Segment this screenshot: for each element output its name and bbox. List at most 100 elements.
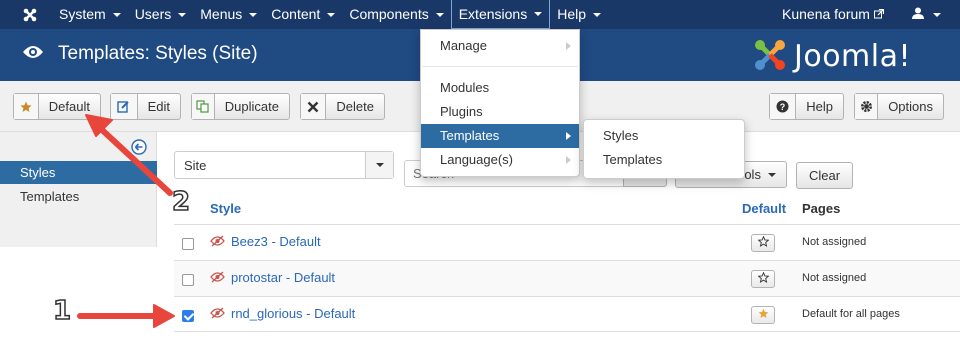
menu-system[interactable]: System (52, 0, 128, 29)
star-outline-icon (757, 235, 769, 250)
column-header-style[interactable]: Style (210, 201, 241, 216)
delete-x-icon (301, 94, 327, 119)
top-navbar: System Users Menus Content Components Ex… (0, 0, 960, 29)
default-star-button[interactable] (751, 306, 775, 324)
client-select[interactable]: Site (174, 151, 394, 179)
menu-item-plugins-label: Plugins (440, 104, 483, 119)
set-default-star-button[interactable] (751, 270, 775, 288)
edit-button[interactable]: Edit (110, 93, 181, 120)
clear-button[interactable]: Clear (796, 162, 853, 189)
menu-item-languages-label: Language(s) (440, 152, 513, 167)
menu-item-manage-label: Manage (440, 38, 487, 53)
submenu-item-templates-label: Templates (603, 152, 663, 167)
style-name-link[interactable]: protostar - Default (231, 270, 335, 285)
caret-down-icon (178, 12, 187, 17)
submenu-item-styles-label: Styles (603, 128, 639, 143)
eye-slash-icon (210, 235, 225, 250)
caret-down-icon (112, 12, 121, 17)
menu-components-label: Components (349, 6, 429, 22)
chevron-right-icon (566, 42, 571, 50)
delete-button-label: Delete (336, 99, 374, 114)
menu-components[interactable]: Components (342, 0, 450, 29)
caret-down-icon (249, 12, 258, 17)
menu-item-plugins[interactable]: Plugins (421, 100, 579, 124)
menu-content-label: Content (271, 6, 321, 22)
menu-extensions-label: Extensions (458, 5, 528, 22)
style-name-link[interactable]: rnd_glorious - Default (231, 306, 355, 321)
sidebar: Styles Templates (0, 132, 157, 247)
external-link-icon (873, 1, 885, 28)
options-button-label: Options (888, 99, 933, 114)
pages-assignment: Not assigned (802, 272, 867, 284)
caret-down-icon (767, 172, 776, 177)
menu-item-modules-label: Modules (440, 80, 490, 95)
templates-submenu: Styles Templates (583, 119, 745, 179)
annotation-label-1: 1 (52, 295, 72, 327)
row-checkbox[interactable] (182, 274, 194, 286)
caret-down-icon (933, 12, 941, 17)
user-menu[interactable] (912, 0, 941, 29)
page-title: Templates: Styles (Site) (58, 43, 258, 64)
eye-icon (22, 44, 44, 63)
default-button-label: Default (48, 99, 90, 114)
question-icon: ? (770, 94, 797, 119)
menu-menus-label: Menus (200, 6, 243, 22)
chevron-right-icon (566, 132, 571, 140)
joomla-brand: Joomla! (752, 37, 911, 76)
menu-item-templates-label: Templates (440, 128, 500, 143)
menu-item-languages[interactable]: Language(s) (421, 148, 579, 172)
menu-help-label: Help (557, 6, 586, 22)
site-link[interactable]: Kunena forum (782, 0, 885, 29)
edit-button-label: Edit (147, 99, 170, 114)
menu-users-label: Users (134, 6, 172, 22)
column-header-pages: Pages (802, 201, 841, 216)
help-button-label: Help (806, 99, 833, 114)
options-button[interactable]: Options (854, 93, 944, 120)
delete-button[interactable]: Delete (300, 93, 385, 120)
menu-item-templates[interactable]: Templates (421, 124, 579, 148)
menu-item-modules[interactable]: Modules (421, 76, 579, 100)
joomla-brand-icon (752, 37, 788, 76)
caret-down-icon (435, 12, 444, 17)
collapse-sidebar-icon[interactable] (131, 139, 147, 158)
submenu-item-templates[interactable]: Templates (584, 148, 744, 172)
star-filled-icon (758, 308, 769, 322)
menu-users[interactable]: Users (128, 0, 194, 29)
row-checkbox[interactable] (182, 238, 194, 250)
edit-icon (111, 94, 138, 119)
set-default-star-button[interactable] (751, 234, 775, 252)
menu-help[interactable]: Help (550, 0, 608, 29)
sidebar-item-templates[interactable]: Templates (0, 185, 157, 208)
gear-icon (855, 94, 879, 119)
row-checkbox[interactable] (182, 310, 194, 322)
column-header-default[interactable]: Default (742, 201, 786, 216)
table-row: Beez3 - Default Not assigned (174, 224, 960, 260)
caret-down-icon (593, 12, 601, 17)
menu-menus[interactable]: Menus (193, 0, 264, 29)
star-outline-icon (757, 271, 769, 286)
extensions-dropdown: Manage Modules Plugins Templates Languag… (420, 29, 580, 177)
menu-item-manage[interactable]: Manage (421, 34, 579, 58)
menu-content[interactable]: Content (264, 0, 342, 29)
annotation-label-2: 2 (171, 186, 191, 218)
pages-assignment: Default for all pages (802, 308, 900, 320)
duplicate-button-label: Duplicate (224, 99, 279, 114)
eye-slash-icon (210, 271, 225, 286)
menu-extensions[interactable]: Extensions (450, 0, 551, 29)
table-row: protostar - Default Not assigned (174, 260, 960, 296)
style-name-link[interactable]: Beez3 - Default (231, 234, 321, 249)
site-link-label: Kunena forum (782, 6, 870, 22)
joomla-logo-icon[interactable] (20, 5, 40, 25)
sidebar-item-styles[interactable]: Styles (0, 161, 157, 184)
duplicate-button[interactable]: Duplicate (191, 93, 290, 120)
table-row: rnd_glorious - Default Default for all p… (174, 296, 960, 332)
client-select-value: Site (184, 158, 207, 173)
copy-icon (192, 94, 215, 119)
caret-down-icon (327, 12, 336, 17)
default-button[interactable]: Default (13, 93, 101, 120)
eye-slash-icon (210, 307, 225, 322)
pages-assignment: Not assigned (802, 236, 867, 248)
help-button[interactable]: ? Help (769, 93, 844, 120)
arrow-to-checkbox (77, 304, 175, 328)
submenu-item-styles[interactable]: Styles (584, 124, 744, 148)
